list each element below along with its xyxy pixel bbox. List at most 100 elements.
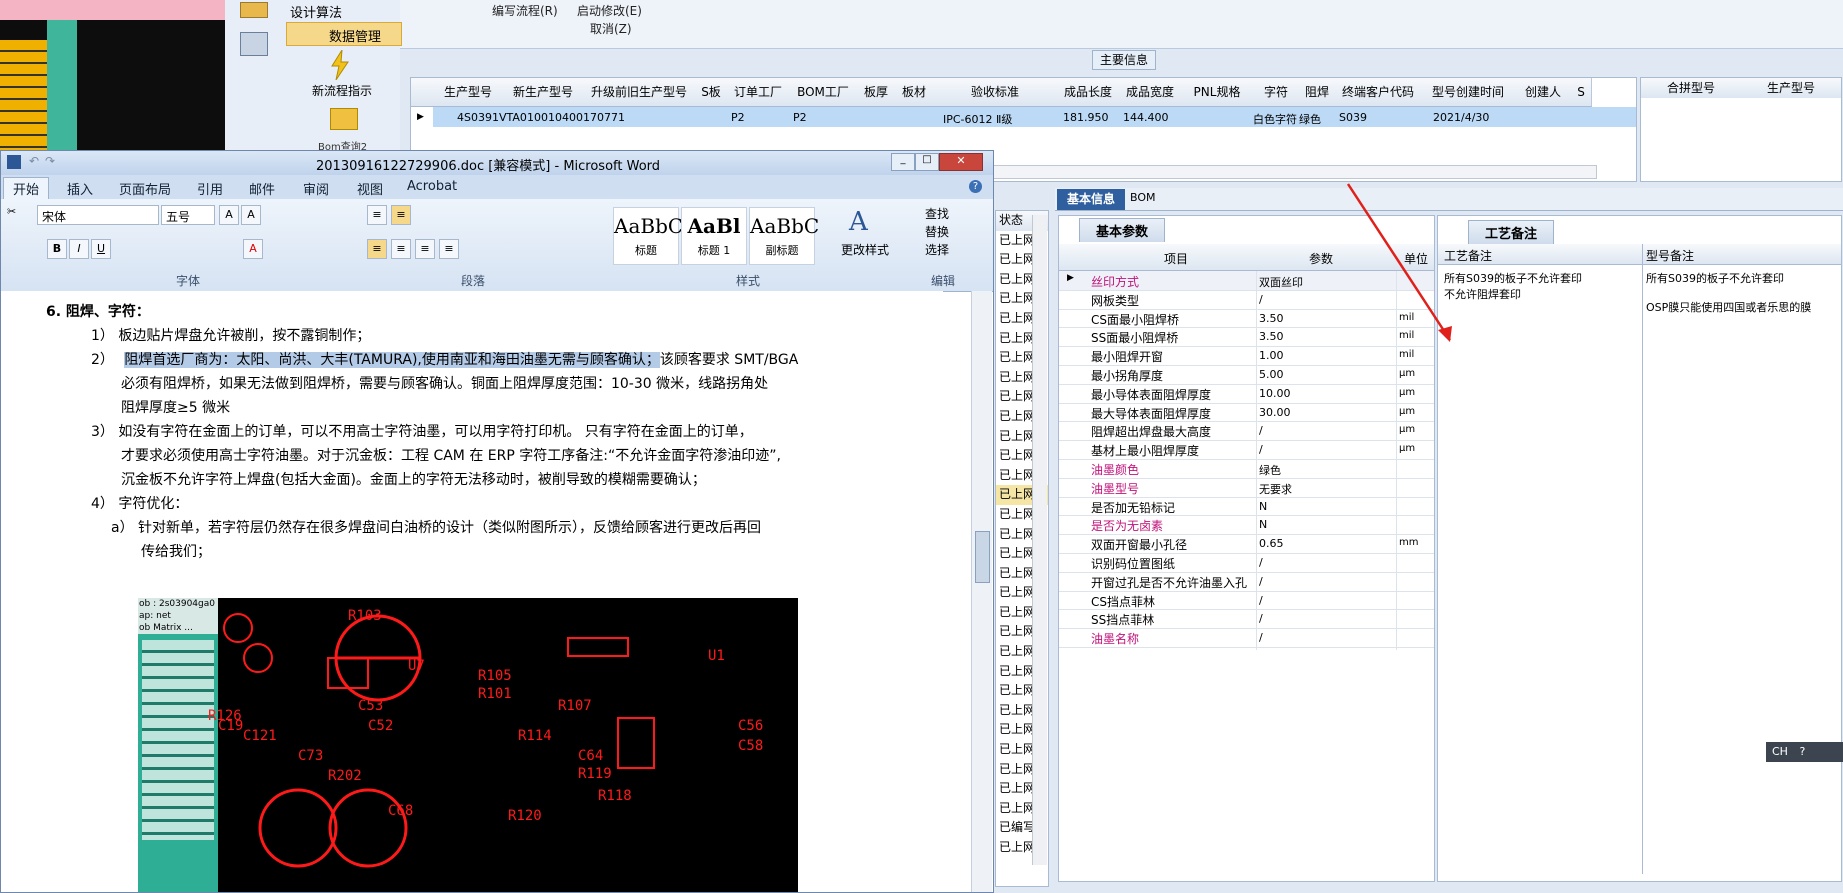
- document-scrollbar[interactable]: [971, 291, 992, 892]
- param-row[interactable]: 油墨颜色 绿色: [1059, 459, 1434, 481]
- tab-basic-info[interactable]: 基本信息: [1057, 189, 1125, 210]
- shrink-font-icon[interactable]: A: [241, 205, 261, 225]
- close-button[interactable]: ✕: [939, 153, 983, 171]
- underline-icon[interactable]: U: [91, 239, 111, 259]
- col-header[interactable]: BOM工厂: [789, 78, 858, 107]
- param-row[interactable]: 识别码位置图纸 /: [1059, 553, 1434, 575]
- tab-mailings[interactable]: 邮件: [249, 179, 275, 198]
- param-row[interactable]: CS挡点菲林 /: [1059, 590, 1434, 613]
- col-header[interactable]: 订单工厂: [727, 78, 790, 107]
- align-left-icon[interactable]: ≡: [367, 239, 387, 259]
- col-header[interactable]: 新生产型号: [503, 78, 584, 107]
- col-header[interactable]: PNL规格: [1181, 78, 1254, 107]
- font-size-box[interactable]: 五号: [161, 205, 215, 225]
- align-right-icon[interactable]: ≡: [415, 239, 435, 259]
- col-header[interactable]: 成品长度: [1057, 78, 1120, 107]
- process-note-text[interactable]: 所有S039的板子不允许套印 不允许阻焊套印: [1444, 270, 1624, 302]
- find-button[interactable]: 查找: [925, 205, 949, 222]
- param-row[interactable]: 油墨型号 无要求: [1059, 477, 1434, 500]
- help-icon[interactable]: ?: [969, 180, 982, 193]
- grow-font-icon[interactable]: A: [219, 205, 239, 225]
- param-value[interactable]: N: [1259, 518, 1267, 531]
- col-header[interactable]: 阻焊: [1299, 78, 1336, 107]
- col-header-param[interactable]: 参数: [1309, 250, 1333, 267]
- col-header[interactable]: 板厚: [857, 78, 896, 107]
- col-header[interactable]: 终端客户代码: [1335, 78, 1422, 107]
- tab-insert[interactable]: 插入: [67, 179, 93, 198]
- scroll-thumb[interactable]: [975, 531, 990, 583]
- minimize-button[interactable]: _: [891, 153, 915, 171]
- col-header[interactable]: S板: [695, 78, 728, 107]
- bold-icon[interactable]: B: [47, 239, 67, 259]
- col-header[interactable]: 型号创建时间: [1421, 78, 1516, 107]
- model-note-text[interactable]: 所有S039的板子不允许套印 OSP膜只能使用四国或者乐思的膜: [1646, 270, 1836, 315]
- col-header[interactable]: 生产型号: [433, 78, 504, 107]
- cut-icon[interactable]: ✂: [7, 205, 16, 218]
- tab-basic-params[interactable]: 基本参数: [1079, 218, 1166, 242]
- numbering-icon[interactable]: ≡: [391, 205, 411, 225]
- nav-new-flow[interactable]: 新流程指示: [312, 82, 372, 99]
- tab-acrobat[interactable]: Acrobat: [407, 179, 457, 194]
- change-style-icon[interactable]: A: [849, 207, 868, 237]
- col-header[interactable]: S: [1571, 78, 1592, 107]
- param-value[interactable]: 30.00: [1259, 406, 1291, 419]
- param-value[interactable]: /: [1259, 612, 1263, 625]
- col-header[interactable]: 验收标准: [933, 78, 1058, 107]
- change-style-button[interactable]: 更改样式: [841, 241, 889, 258]
- param-value[interactable]: N: [1259, 500, 1267, 513]
- menu-compile-flow[interactable]: 编写流程(R): [492, 2, 558, 19]
- col-header-item[interactable]: 项目: [1164, 250, 1188, 267]
- param-row[interactable]: 阻焊超出焊盘最大高度 / μm: [1059, 421, 1434, 444]
- param-value[interactable]: 无要求: [1259, 481, 1292, 497]
- font-name-box[interactable]: 宋体: [37, 205, 159, 225]
- param-value[interactable]: 3.50: [1259, 312, 1284, 325]
- ime-indicator[interactable]: CH ?: [1766, 742, 1843, 762]
- replace-button[interactable]: 替换: [925, 223, 949, 240]
- menu-cancel[interactable]: 取消(Z): [590, 20, 632, 37]
- redo-icon[interactable]: ↷: [45, 154, 55, 168]
- param-value[interactable]: 10.00: [1259, 387, 1291, 400]
- param-value[interactable]: 5.00: [1259, 368, 1284, 381]
- col-header[interactable]: 字符: [1253, 78, 1300, 107]
- tab-review[interactable]: 审阅: [303, 179, 329, 198]
- undo-icon[interactable]: ↶: [29, 154, 39, 168]
- param-row[interactable]: 最小导体表面阻焊厚度 10.00 μm: [1059, 383, 1434, 406]
- col-header[interactable]: 板材: [895, 78, 934, 107]
- param-value[interactable]: /: [1259, 556, 1263, 569]
- tab-references[interactable]: 引用: [197, 179, 223, 198]
- param-value[interactable]: /: [1259, 293, 1263, 306]
- param-row[interactable]: 最大导体表面阻焊厚度 30.00 μm: [1059, 402, 1434, 425]
- nav-design-algo[interactable]: 设计算法: [290, 2, 342, 21]
- param-row[interactable]: 双面开窗最小孔径 0.65 mm: [1059, 534, 1434, 557]
- param-value[interactable]: 0.65: [1259, 537, 1284, 550]
- param-row[interactable]: 是否为无卤素 N: [1059, 515, 1434, 538]
- param-row[interactable]: 油墨名称 /: [1059, 628, 1434, 651]
- style-heading-1[interactable]: AaBl 标题 1: [681, 207, 747, 265]
- col-header[interactable]: 升级前旧生产型号: [583, 78, 696, 107]
- menu-start-modify[interactable]: 启动修改(E): [577, 2, 642, 19]
- style-title[interactable]: AaBbC 标题: [613, 207, 683, 265]
- param-row[interactable]: 基材上最小阻焊厚度 / μm: [1059, 440, 1434, 463]
- italic-icon[interactable]: I: [69, 239, 89, 259]
- maximize-button[interactable]: □: [915, 153, 939, 171]
- param-value[interactable]: /: [1259, 594, 1263, 607]
- align-center-icon[interactable]: ≡: [391, 239, 411, 259]
- col-header[interactable]: 成品宽度: [1119, 78, 1182, 107]
- param-value[interactable]: /: [1259, 424, 1263, 437]
- table-row[interactable]: 4S0391VTA0 10010400170771 P2 P2 IPC-6012…: [433, 107, 1636, 127]
- param-value[interactable]: /: [1259, 575, 1263, 588]
- col-header-model-note[interactable]: 型号备注: [1646, 247, 1694, 264]
- param-row[interactable]: 开窗过孔是否不允许油墨入孔 /: [1059, 571, 1434, 594]
- style-subtitle[interactable]: AaBbC 副标题: [749, 207, 819, 265]
- col-header[interactable]: 创建人: [1515, 78, 1572, 107]
- status-scrollbar[interactable]: [1032, 215, 1047, 865]
- param-value[interactable]: 1.00: [1259, 349, 1284, 362]
- save-icon[interactable]: [7, 155, 21, 169]
- param-row[interactable]: SS挡点菲林 /: [1059, 609, 1434, 632]
- tab-bom[interactable]: BOM: [1130, 191, 1156, 204]
- param-value[interactable]: /: [1259, 443, 1263, 456]
- col-header[interactable]: 生产型号: [1741, 78, 1841, 98]
- tab-view[interactable]: 视图: [357, 179, 383, 198]
- param-value[interactable]: /: [1259, 631, 1263, 644]
- justify-icon[interactable]: ≡: [439, 239, 459, 259]
